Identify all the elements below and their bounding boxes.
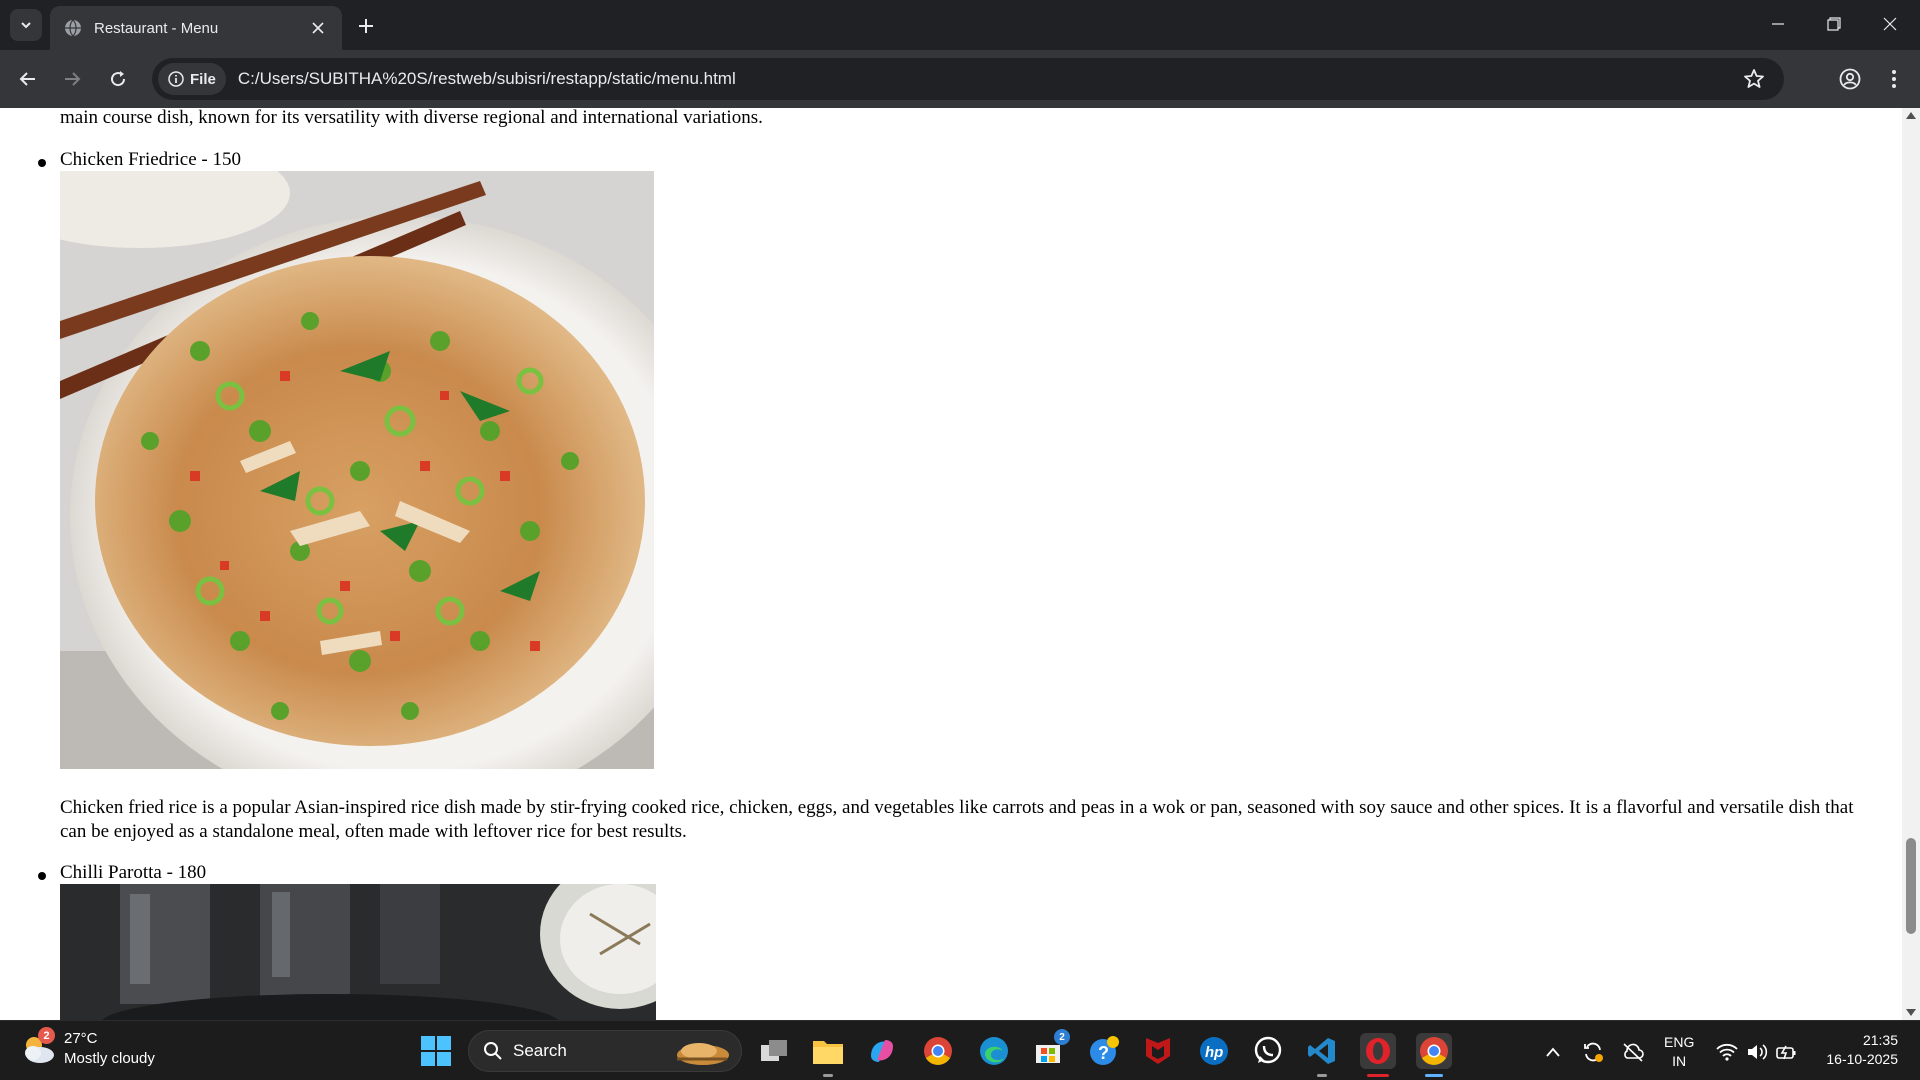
forward-button[interactable] [56, 63, 88, 95]
battery-icon[interactable] [1774, 1039, 1800, 1065]
scroll-down-arrow-icon[interactable] [1906, 1009, 1916, 1016]
reload-icon [111, 71, 126, 87]
svg-text:?: ? [1098, 1043, 1109, 1063]
clock-date: 16-10-2025 [1826, 1051, 1898, 1067]
svg-text:hp: hp [1205, 1044, 1223, 1061]
scroll-thumb[interactable] [1906, 838, 1916, 934]
page-viewport: A biryani is a flavorful, layered rice d… [0, 108, 1902, 1020]
weather-description: Mostly cloudy [64, 1050, 155, 1067]
bookmark-star-icon[interactable] [1742, 67, 1766, 91]
browser-toolbar: File C:/Users/SUBITHA%20S/restweb/subisr… [0, 50, 1920, 108]
close-icon [1883, 17, 1897, 31]
get-help-icon[interactable]: ? [1086, 1033, 1122, 1069]
close-tab-icon[interactable] [308, 18, 328, 38]
taskbar-search-box[interactable]: Search [468, 1030, 742, 1072]
taskbar-search-label: Search [513, 1041, 567, 1060]
clock-time: 21:35 [1862, 1032, 1898, 1048]
account-icon [1839, 68, 1861, 90]
volume-icon[interactable] [1744, 1039, 1770, 1065]
plus-icon [359, 19, 373, 33]
chevron-down-icon [21, 22, 31, 29]
hp-icon[interactable]: hp [1196, 1033, 1232, 1069]
cloud-offline-icon[interactable] [1620, 1039, 1646, 1065]
tab-title: Restaurant - Menu [94, 19, 219, 37]
tab-strip: Restaurant - Menu [0, 0, 1920, 50]
profile-button[interactable] [1834, 63, 1866, 95]
browser-tab[interactable]: Restaurant - Menu [50, 6, 342, 50]
wifi-icon[interactable] [1714, 1039, 1740, 1065]
chevron-up-icon[interactable] [1540, 1039, 1566, 1065]
chrome-icon[interactable] [920, 1033, 956, 1069]
chilli-parotta-image [60, 884, 656, 1020]
weather-badge: 2 [38, 1027, 55, 1044]
info-icon [168, 71, 184, 87]
menu-item-label: Chicken Friedrice - 150 [60, 149, 241, 170]
close-window-button[interactable] [1866, 6, 1914, 42]
new-tab-button[interactable] [352, 12, 380, 40]
browser-menu-button[interactable] [1878, 63, 1910, 95]
edge-icon[interactable] [976, 1033, 1012, 1069]
search-icon [484, 1042, 502, 1060]
minimize-icon [1772, 23, 1784, 25]
list-bullet [38, 159, 46, 167]
arrow-right-icon [65, 72, 81, 86]
opera-icon[interactable] [1360, 1033, 1396, 1077]
more-vertical-icon [1892, 70, 1896, 88]
address-bar[interactable]: File C:/Users/SUBITHA%20S/restweb/subisr… [152, 58, 1784, 100]
sync-icon[interactable] [1580, 1039, 1606, 1065]
restore-button[interactable] [1810, 6, 1858, 42]
menu-item-label: Chilli Parotta - 180 [60, 862, 207, 883]
previous-item-description: A biryani is a flavorful, layered rice d… [60, 108, 763, 128]
microsoft-store-icon[interactable]: 2 [1030, 1029, 1070, 1069]
mcafee-icon[interactable] [1140, 1033, 1176, 1069]
minimize-button[interactable] [1754, 6, 1802, 42]
url-text[interactable]: C:/Users/SUBITHA%20S/restweb/subisri/res… [238, 69, 736, 89]
menu-item-description: Chicken fried rice is a popular Asian-in… [60, 797, 1854, 842]
copilot-icon[interactable] [864, 1033, 900, 1069]
search-highlight-icon [677, 1043, 729, 1065]
language-code: ENG [1664, 1034, 1695, 1050]
arrow-left-icon [19, 72, 35, 86]
site-info-chip[interactable]: File [158, 63, 226, 95]
back-button[interactable] [12, 63, 44, 95]
language-indicator[interactable]: ENG IN [1664, 1033, 1694, 1071]
store-badge: 2 [1054, 1029, 1070, 1045]
vscode-icon[interactable] [1304, 1033, 1340, 1077]
globe-icon [65, 19, 81, 37]
restore-icon [1827, 17, 1841, 31]
file-explorer-icon[interactable] [810, 1033, 846, 1077]
page-scrollbar[interactable] [1902, 108, 1920, 1020]
windows-start-icon[interactable] [420, 1035, 452, 1067]
task-view-icon[interactable] [756, 1033, 792, 1069]
chrome-active-icon[interactable] [1416, 1033, 1452, 1077]
system-clock[interactable]: 21:35 16-10-2025 [1826, 1031, 1898, 1069]
whatsapp-icon[interactable] [1250, 1033, 1286, 1069]
chicken-friedrice-image [60, 171, 654, 769]
weather-widget[interactable]: 2 27°C Mostly cloudy [18, 1027, 155, 1069]
scroll-up-arrow-icon[interactable] [1906, 112, 1916, 119]
windows-taskbar: 2 27°C Mostly cloudy Search 2 ? hp ENG I… [0, 1020, 1920, 1080]
file-chip-label: File [190, 70, 216, 88]
region-code: IN [1672, 1053, 1687, 1069]
reload-button[interactable] [102, 63, 134, 95]
tab-search-button[interactable] [10, 9, 42, 41]
weather-temperature: 27°C [64, 1030, 98, 1047]
list-bullet [38, 872, 46, 880]
